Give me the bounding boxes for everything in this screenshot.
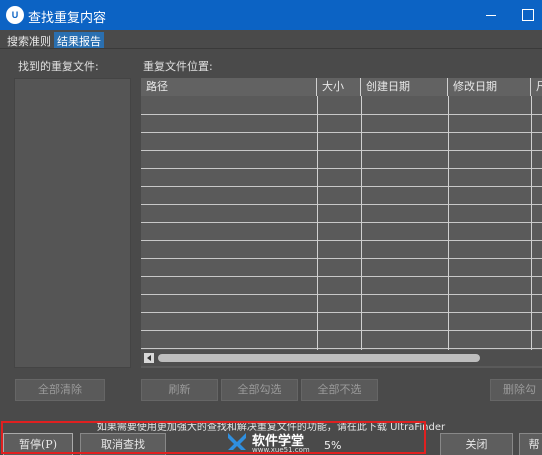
table-header: 路径 大小 创建日期 修改日期 尺 bbox=[141, 78, 542, 96]
duplicate-locations-label: 重复文件位置: bbox=[143, 60, 213, 73]
minimize-button[interactable] bbox=[474, 0, 508, 30]
help-button[interactable]: 帮 bbox=[519, 433, 542, 455]
table-row-divider bbox=[141, 186, 542, 187]
table-row-divider bbox=[141, 330, 542, 331]
deselect-all-button[interactable]: 全部不选 bbox=[301, 379, 378, 401]
close-button[interactable]: 关闭 bbox=[440, 433, 513, 455]
refresh-button[interactable]: 刷新 bbox=[141, 379, 218, 401]
maximize-button[interactable] bbox=[510, 0, 542, 30]
table-column-divider bbox=[317, 96, 318, 350]
clear-all-button[interactable]: 全部清除 bbox=[15, 379, 105, 401]
delete-checked-button[interactable]: 删除勾 bbox=[490, 379, 542, 401]
horizontal-scrollbar[interactable] bbox=[141, 350, 542, 366]
table-row-divider bbox=[141, 294, 542, 295]
watermark-logo-icon bbox=[228, 433, 246, 450]
column-header-created[interactable]: 创建日期 bbox=[361, 78, 448, 96]
tab-search-criteria[interactable]: 搜索准则 bbox=[4, 32, 54, 48]
duplicate-locations-table[interactable]: 路径 大小 创建日期 修改日期 尺 bbox=[141, 78, 542, 368]
scroll-left-icon[interactable] bbox=[144, 353, 154, 363]
table-row-divider bbox=[141, 258, 542, 259]
watermark-url: www.xue51.com bbox=[252, 446, 310, 454]
table-row-divider bbox=[141, 168, 542, 169]
found-duplicates-label: 找到的重复文件: bbox=[18, 60, 99, 73]
table-row-divider bbox=[141, 114, 542, 115]
pause-button[interactable]: 暂停(P) bbox=[3, 433, 73, 455]
table-row-divider bbox=[141, 348, 542, 349]
table-row-divider bbox=[141, 276, 542, 277]
found-duplicates-list[interactable] bbox=[14, 78, 131, 368]
table-row-divider bbox=[141, 222, 542, 223]
scrollbar-thumb[interactable] bbox=[158, 354, 480, 362]
table-column-divider bbox=[448, 96, 449, 350]
tab-results-report[interactable]: 结果报告 bbox=[54, 32, 104, 48]
progress-percent: 5% bbox=[324, 439, 342, 452]
column-header-path[interactable]: 路径 bbox=[141, 78, 317, 96]
table-row-divider bbox=[141, 312, 542, 313]
table-row-divider bbox=[141, 150, 542, 151]
table-row-divider bbox=[141, 204, 542, 205]
table-body bbox=[141, 96, 542, 350]
cancel-search-button[interactable]: 取消查找 bbox=[80, 433, 166, 455]
window-title: 查找重复内容 bbox=[28, 11, 107, 26]
select-all-button[interactable]: 全部勾选 bbox=[221, 379, 298, 401]
tab-bar: 搜索准则 结果报告 bbox=[0, 30, 542, 49]
table-column-divider bbox=[361, 96, 362, 350]
column-header-dimensions[interactable]: 尺 bbox=[531, 78, 542, 96]
column-header-modified[interactable]: 修改日期 bbox=[448, 78, 531, 96]
column-header-size[interactable]: 大小 bbox=[317, 78, 361, 96]
table-row-divider bbox=[141, 240, 542, 241]
table-column-divider bbox=[531, 96, 532, 350]
app-logo-icon: U bbox=[6, 6, 24, 24]
table-row-divider bbox=[141, 132, 542, 133]
title-bar: U 查找重复内容 bbox=[0, 0, 542, 30]
